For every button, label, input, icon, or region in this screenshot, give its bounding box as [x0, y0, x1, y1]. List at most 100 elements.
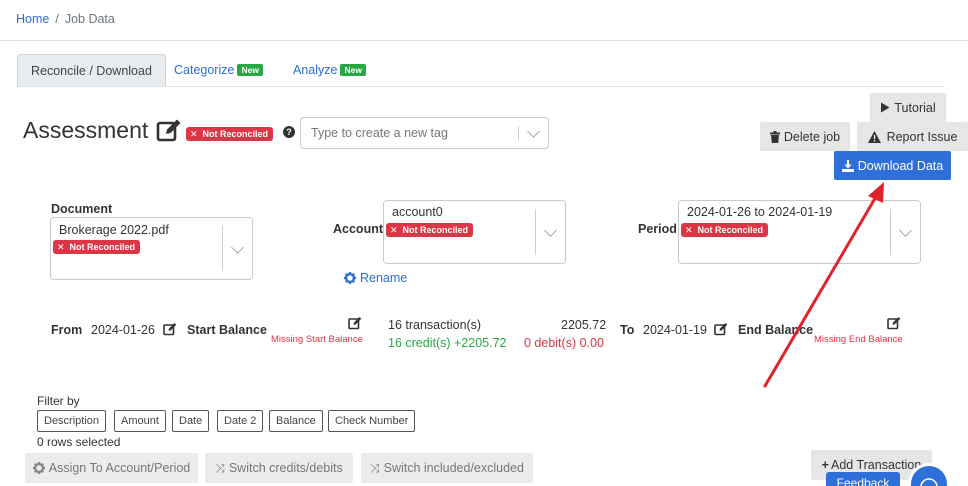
shuffle-icon: ⤨ — [215, 460, 225, 475]
period-status-badge: ✕ Not Reconciled — [681, 223, 769, 237]
report-issue-label: Report Issue — [886, 129, 958, 144]
download-data-label: Download Data — [857, 158, 944, 173]
add-transaction-label: Add Transaction — [830, 458, 922, 472]
transaction-total: 2205.72 — [561, 318, 607, 332]
tab-label: Analyze — [293, 63, 338, 77]
edit-start-balance-icon[interactable] — [348, 316, 362, 330]
breadcrumb-separator: / — [55, 12, 59, 26]
document-value: Brokerage 2022.pdf — [59, 223, 169, 237]
close-icon: ✕ — [190, 128, 198, 139]
status-text: Not Reconciled — [697, 225, 764, 235]
tab-label: Categorize — [174, 63, 235, 77]
chat-launcher[interactable] — [908, 463, 950, 486]
tab-analyze[interactable]: Analyze New — [293, 54, 366, 86]
edit-from-date-icon[interactable] — [163, 322, 177, 336]
download-data-button[interactable]: Download Data — [834, 151, 951, 180]
filter-date-button[interactable]: Date — [172, 410, 210, 432]
plus-icon: + — [821, 458, 829, 472]
account-value: account0 — [392, 205, 443, 219]
period-label: Period — [638, 222, 677, 236]
rows-selected-count: 0 rows selected — [37, 435, 121, 449]
switch-credits-debits-button[interactable]: ⤨ Switch credits/debits — [205, 453, 353, 483]
close-icon: ✕ — [685, 224, 693, 235]
edit-to-date-icon[interactable] — [714, 322, 728, 336]
header-divider — [0, 40, 968, 41]
new-badge: New — [237, 63, 263, 76]
rename-label: Rename — [360, 271, 408, 285]
title-status-badge: ✕ Not Reconciled — [186, 127, 274, 141]
edit-end-balance-icon[interactable] — [887, 316, 901, 330]
filter-label: Filter by — [37, 394, 80, 408]
transaction-count: 16 transaction(s) — [388, 318, 482, 332]
tutorial-label: Tutorial — [894, 100, 936, 115]
document-status-badge: ✕ Not Reconciled — [53, 240, 141, 254]
chevron-down-icon[interactable] — [527, 125, 540, 138]
tutorial-button[interactable]: Tutorial — [870, 93, 946, 122]
rename-account-link[interactable]: Rename — [344, 271, 407, 285]
missing-end-balance: Missing End Balance — [814, 334, 903, 345]
page-title: Assessment — [23, 117, 149, 143]
tag-placeholder: Type to create a new tag — [311, 126, 448, 140]
job-data-page: Home / Job Data Reconcile / Download Categ… — [0, 0, 968, 486]
filter-description-button[interactable]: Description — [37, 410, 107, 432]
trash-icon — [769, 130, 780, 143]
period-value: 2024-01-26 to 2024-01-19 — [687, 205, 833, 219]
breadcrumb-current: Job Data — [64, 12, 115, 26]
filter-amount-button[interactable]: Amount — [114, 410, 166, 432]
document-label: Document — [51, 202, 113, 216]
switch-included-label: Switch included/excluded — [383, 461, 524, 475]
warning-icon — [867, 130, 881, 143]
feedback-button[interactable]: Feedback — [826, 472, 900, 486]
filter-balance-button[interactable]: Balance — [269, 410, 323, 432]
filter-check-number-button[interactable]: Check Number — [328, 410, 416, 432]
switch-included-excluded-button[interactable]: ⤨ Switch included/excluded — [361, 453, 533, 483]
select-divider — [518, 126, 519, 140]
tab-divider — [17, 86, 945, 87]
select-divider — [890, 209, 891, 255]
account-status-badge: ✕ Not Reconciled — [386, 223, 474, 237]
missing-start-balance: Missing Start Balance — [271, 334, 363, 345]
close-icon: ✕ — [390, 224, 398, 235]
filter-date2-button[interactable]: Date 2 — [217, 410, 264, 432]
select-divider — [535, 209, 536, 255]
account-select[interactable]: account0 ✕ Not Reconciled — [383, 200, 566, 264]
document-select[interactable]: Brokerage 2022.pdf ✕ Not Reconciled — [50, 217, 253, 280]
gear-icon — [344, 272, 356, 284]
play-icon — [881, 102, 890, 113]
report-issue-button[interactable]: Report Issue — [857, 122, 968, 151]
from-date: 2024-01-26 — [91, 323, 155, 337]
download-icon — [841, 159, 854, 172]
debits-summary: 0 debit(s) 0.00 — [524, 336, 604, 350]
status-text: Not Reconciled — [402, 225, 469, 235]
period-select[interactable]: 2024-01-26 to 2024-01-19 ✕ Not Reconciled — [678, 200, 921, 264]
chevron-down-icon[interactable] — [544, 224, 557, 237]
shuffle-icon: ⤨ — [370, 460, 380, 475]
edit-title-icon[interactable] — [156, 117, 182, 143]
help-icon[interactable]: ? — [283, 126, 295, 138]
status-text: Not Reconciled — [69, 242, 136, 252]
status-text: Not Reconciled — [202, 129, 269, 139]
tab-label: Reconcile / Download — [31, 64, 152, 78]
gear-icon — [32, 462, 45, 474]
from-label: From — [51, 323, 83, 337]
delete-job-label: Delete job — [783, 129, 841, 144]
select-divider — [222, 226, 223, 271]
account-label: Account — [333, 222, 383, 236]
end-balance-label: End Balance — [738, 323, 814, 337]
chat-icon — [920, 478, 938, 486]
start-balance-label: Start Balance — [187, 323, 267, 337]
tag-select[interactable]: Type to create a new tag — [300, 117, 549, 149]
tab-categorize[interactable]: Categorize New — [174, 54, 263, 86]
to-date: 2024-01-19 — [643, 323, 707, 337]
close-icon: ✕ — [57, 241, 65, 252]
to-label: To — [620, 323, 635, 337]
tab-reconcile-download[interactable]: Reconcile / Download — [17, 54, 166, 86]
breadcrumb: Home / Job Data — [16, 12, 115, 26]
delete-job-button[interactable]: Delete job — [760, 122, 850, 151]
breadcrumb-home-link[interactable]: Home — [16, 12, 49, 26]
assign-label: Assign To Account/Period — [48, 461, 191, 475]
assign-account-period-button[interactable]: Assign To Account/Period — [25, 453, 198, 483]
chevron-down-icon[interactable] — [899, 224, 912, 237]
new-badge: New — [340, 63, 366, 76]
chevron-down-icon[interactable] — [231, 241, 244, 254]
